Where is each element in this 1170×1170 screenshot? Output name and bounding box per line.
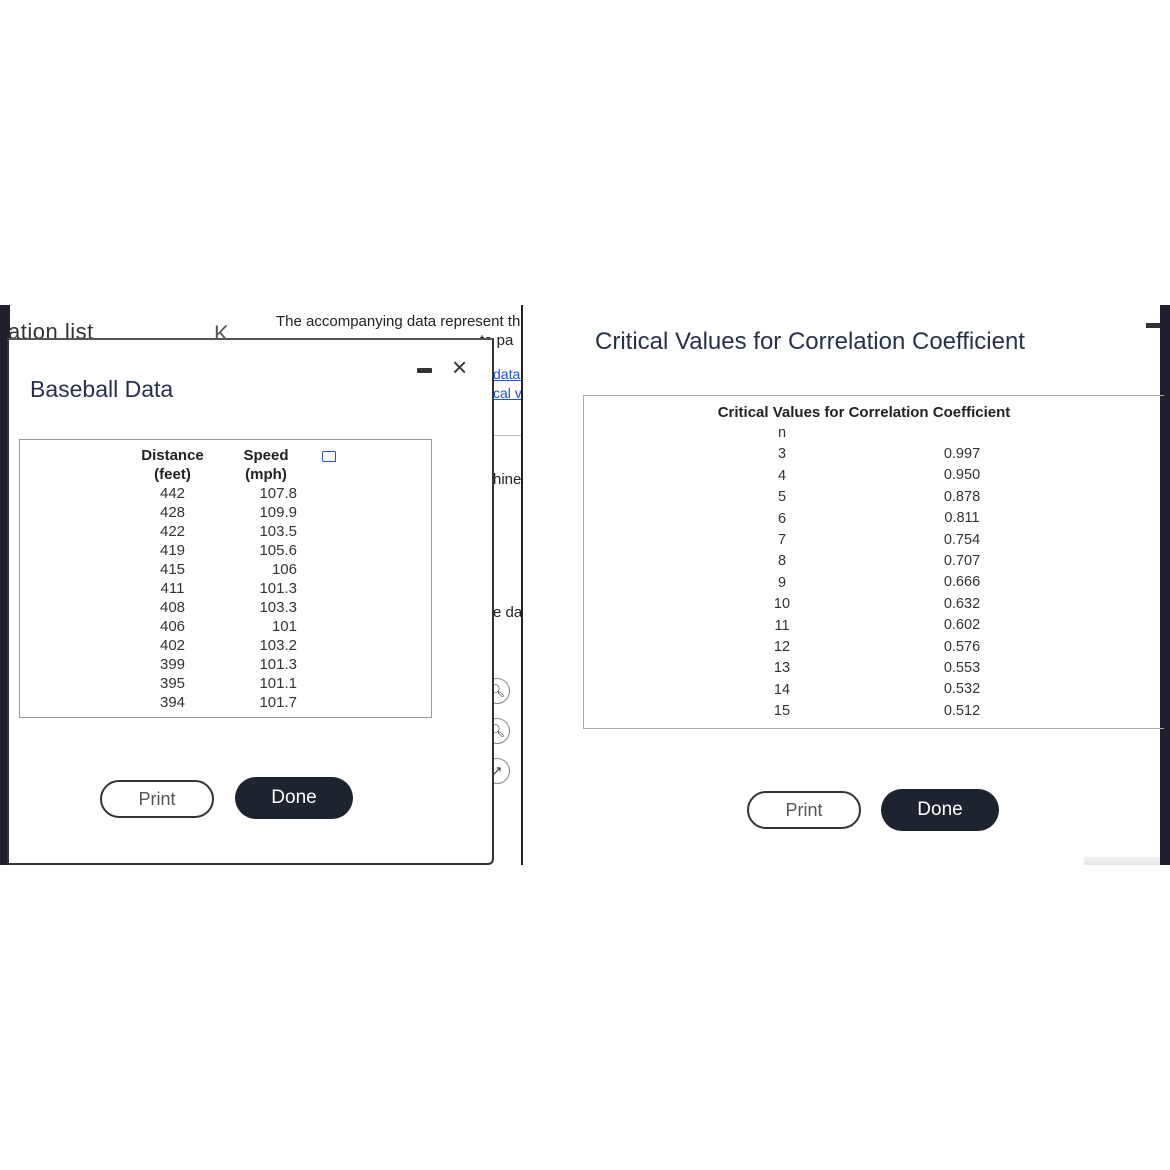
table-cell: 103.2 (259, 637, 297, 654)
table-cell: 0.602 (943, 617, 981, 634)
distance-column: Distance (feet) 442 428 422 419 415 411 … (125, 446, 220, 712)
table-cell: 402 (159, 637, 186, 654)
table-cell: 106 (271, 561, 297, 578)
table-cell: 0.666 (943, 574, 981, 591)
table-cell: 5 (777, 489, 787, 506)
table-cell: 0.553 (943, 660, 981, 677)
table-cell: 103.5 (259, 523, 297, 540)
critical-value-column: 0.997 0.950 0.878 0.811 0.754 0.707 0.66… (932, 444, 992, 722)
column-header-unit: (feet) (154, 466, 191, 483)
table-cell: 0.532 (943, 681, 981, 698)
right-screenshot: Critical Values for Correlation Coeffici… (524, 305, 1170, 865)
table-cell: 408 (159, 599, 186, 616)
column-header-unit: (mph) (245, 466, 287, 483)
table-cell: 406 (159, 618, 186, 635)
copy-icon[interactable] (322, 451, 336, 462)
table-cell: 109.9 (259, 504, 297, 521)
table-caption: Critical Values for Correlation Coeffici… (717, 404, 1011, 421)
close-icon[interactable]: × (452, 354, 467, 380)
table-cell: 15 (773, 703, 791, 720)
table-cell: 0.878 (943, 488, 981, 505)
table-cell: 0.754 (943, 531, 981, 548)
table-cell: 7 (777, 532, 787, 549)
table-cell: 105.6 (259, 542, 297, 559)
table-cell: 101 (271, 618, 297, 635)
table-cell: 107.8 (259, 485, 297, 502)
panel-divider (521, 305, 523, 865)
table-cell: 101.3 (259, 656, 297, 673)
print-button[interactable]: Print (100, 780, 214, 818)
minimize-icon[interactable] (1146, 323, 1160, 328)
table-cell: 101.1 (259, 675, 297, 692)
table-cell: 0.512 (943, 702, 981, 719)
table-cell: 13 (773, 660, 791, 677)
table-cell: 9 (777, 574, 787, 591)
n-column: n 3 4 5 6 7 8 9 10 11 12 13 14 15 (762, 423, 802, 723)
shadow-edge (1084, 857, 1160, 865)
question-description: The accompanying data represent th (276, 313, 521, 330)
table-cell: 103.3 (259, 599, 297, 616)
left-screenshot: ation list K The accompanying data repre… (0, 305, 524, 865)
table-cell: 442 (159, 485, 186, 502)
table-cell: 10 (773, 596, 791, 613)
table-cell: 419 (159, 542, 186, 559)
table-cell: 428 (159, 504, 186, 521)
table-cell: 101.3 (259, 580, 297, 597)
table-cell: 0.576 (943, 638, 981, 655)
table-cell: 394 (159, 694, 186, 711)
table-cell: 0.632 (943, 595, 981, 612)
table-cell: 6 (777, 510, 787, 527)
dialog-title: Baseball Data (30, 376, 174, 402)
table-cell: 0.811 (944, 510, 980, 527)
done-button[interactable]: Done (881, 789, 999, 831)
critical-values-table: Critical Values for Correlation Coeffici… (583, 395, 1164, 729)
table-cell: 4 (777, 467, 787, 484)
table-cell: 415 (159, 561, 186, 578)
critical-values-link[interactable]: cal v (493, 385, 522, 401)
question-text-fragment: e da (493, 604, 522, 621)
divider (492, 435, 521, 436)
table-cell: 0.950 (943, 467, 981, 484)
table-cell: 3 (777, 446, 787, 463)
table-cell: 399 (159, 656, 186, 673)
data-table: Distance (feet) 442 428 422 419 415 411 … (19, 439, 432, 718)
question-text-fragment: hine (493, 471, 522, 488)
column-header: n (777, 425, 787, 441)
table-cell: 422 (159, 523, 186, 540)
dialog-title: Critical Values for Correlation Coeffici… (595, 328, 1025, 355)
column-header: Distance (141, 447, 204, 464)
speed-column: Speed (mph) 107.8 109.9 103.5 105.6 106 … (235, 446, 297, 712)
table-cell: 101.7 (259, 694, 297, 711)
done-button[interactable]: Done (235, 777, 353, 819)
table-cell: 12 (773, 639, 791, 656)
table-cell: 395 (159, 675, 186, 692)
column-header: Speed (243, 447, 289, 464)
minimize-icon[interactable] (417, 368, 432, 373)
table-cell: 14 (773, 681, 791, 698)
baseball-data-dialog: Baseball Data × Distance (feet) 442 428 … (7, 338, 494, 865)
table-cell: 0.707 (943, 553, 981, 570)
print-button[interactable]: Print (747, 791, 861, 829)
table-cell: 11 (774, 617, 790, 634)
table-cell: 411 (160, 580, 185, 597)
data-link[interactable]: data. (493, 366, 522, 382)
table-cell: 8 (777, 553, 787, 570)
table-cell: 0.997 (943, 446, 981, 462)
